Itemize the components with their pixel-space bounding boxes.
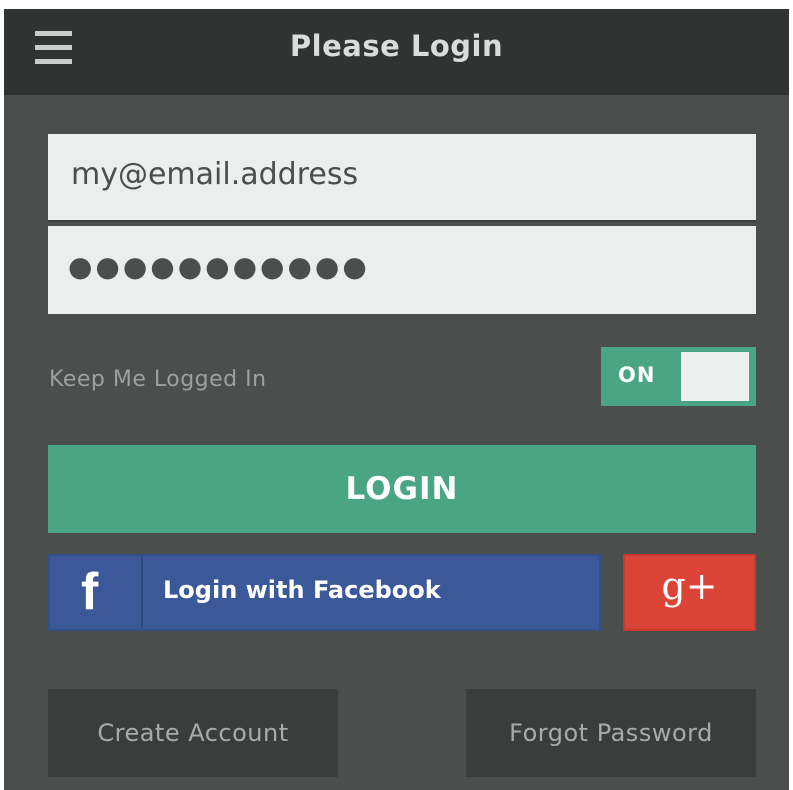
facebook-login-button[interactable]: f Login with Facebook <box>48 554 601 631</box>
password-field[interactable]: ●●●●●●●●●●● <box>48 226 756 314</box>
email-field[interactable]: my@email.address <box>48 134 756 222</box>
facebook-icon-box: f <box>50 556 143 629</box>
keep-logged-in-toggle[interactable]: ON <box>601 347 756 406</box>
forgot-password-button[interactable]: Forgot Password <box>466 689 756 777</box>
facebook-icon: f <box>81 563 99 621</box>
toggle-state-label: ON <box>618 363 656 387</box>
keep-logged-in-label: Keep Me Logged In <box>49 367 267 392</box>
page-title: Please Login <box>289 29 504 63</box>
create-account-button[interactable]: Create Account <box>48 689 338 777</box>
app-header: Please Login <box>4 9 789 95</box>
login-screen: Please Login my@email.address ●●●●●●●●●●… <box>4 9 789 790</box>
login-button[interactable]: LOGIN <box>48 445 756 533</box>
facebook-login-label: Login with Facebook <box>163 576 441 604</box>
google-plus-login-button[interactable]: g+ <box>623 554 756 631</box>
toggle-knob <box>681 352 749 401</box>
google-plus-icon: g+ <box>661 564 718 608</box>
